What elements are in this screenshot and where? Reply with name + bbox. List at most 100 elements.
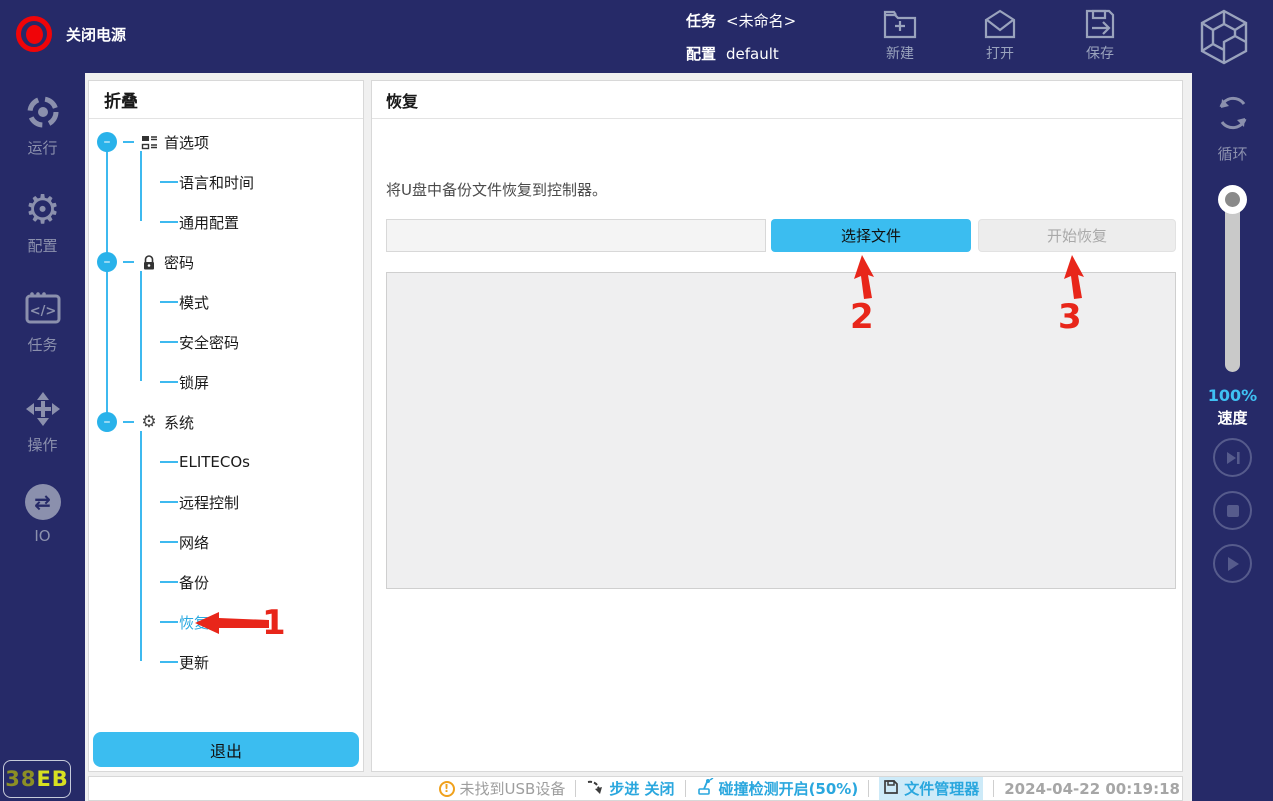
save-task-button[interactable]: 保存	[1070, 8, 1130, 63]
tree-item-remote-control[interactable]: 远程控制	[160, 482, 239, 522]
tree-label-remote-control: 远程控制	[179, 492, 239, 513]
select-file-button[interactable]: 选择文件	[771, 219, 971, 252]
tree-item-system[interactable]: – ⚙ 系统	[97, 402, 194, 442]
tree-label-update: 更新	[179, 652, 209, 673]
power-label: 关闭电源	[66, 24, 126, 45]
tree-item-preferences[interactable]: – 首选项	[97, 122, 209, 162]
loop-label: 循环	[1217, 143, 1247, 164]
open-task-label: 打开	[986, 43, 1014, 63]
step-mode-label: 步进 关闭	[609, 778, 674, 799]
page-title: 恢复	[386, 88, 418, 112]
file-manager-button[interactable]: 文件管理器	[879, 777, 983, 800]
speed-readout: 100% 速度	[1192, 386, 1273, 428]
speed-label: 速度	[1192, 407, 1273, 428]
brand-logo-icon	[1193, 6, 1255, 72]
tree-item-general-config[interactable]: 通用配置	[160, 202, 239, 242]
step-arrow-icon	[586, 778, 604, 800]
tree-label-system: 系统	[164, 412, 194, 433]
sidebar-item-run[interactable]: 运行	[0, 93, 85, 158]
collision-status[interactable]: 碰撞检测开启(50%)	[696, 778, 859, 800]
annotation-number-3: 3	[1058, 297, 1082, 337]
collapse-header[interactable]: 折叠	[89, 81, 363, 119]
left-sidebar: 运行 ⚙ 配置 </> 任务 操作 ⇄ IO 38EB	[0, 73, 85, 801]
tree-item-network[interactable]: 网络	[160, 522, 209, 562]
annotation-arrow-1	[193, 610, 271, 642]
svg-text:</>: </>	[29, 304, 56, 319]
loop-mode-button[interactable]: 循环	[1192, 93, 1273, 164]
sidebar-item-io[interactable]: ⇄ IO	[0, 483, 85, 545]
tree-item-backup[interactable]: 备份	[160, 562, 209, 602]
warning-icon: !	[439, 781, 455, 797]
device-badge: 38EB	[3, 760, 71, 798]
annotation-number-1: 1	[262, 603, 286, 643]
tree-label-language-time: 语言和时间	[179, 172, 254, 193]
open-envelope-icon	[982, 8, 1018, 40]
tree-label-backup: 备份	[179, 572, 209, 593]
file-manager-label: 文件管理器	[904, 778, 979, 799]
tree-item-password[interactable]: – 密码	[97, 242, 194, 282]
play-button[interactable]	[1213, 544, 1252, 583]
annotation-number-2: 2	[850, 297, 874, 337]
collapse-node-icon[interactable]: –	[97, 132, 117, 152]
save-task-label: 保存	[1086, 43, 1114, 63]
start-restore-label: 开始恢复	[1047, 225, 1107, 246]
tree-item-lock-screen[interactable]: 锁屏	[160, 362, 209, 402]
page-title-bar: 恢复	[372, 81, 1182, 119]
badge-part1: 38	[5, 767, 36, 791]
file-manager-icon	[883, 779, 899, 799]
lock-icon	[140, 253, 158, 271]
tree-item-safety-password[interactable]: 安全密码	[160, 322, 239, 362]
loop-icon	[1213, 93, 1253, 137]
usb-status: ! 未找到USB设备	[439, 778, 566, 799]
restore-panel: 恢复 将U盘中备份文件恢复到控制器。 选择文件 开始恢复	[371, 80, 1183, 772]
sidebar-operate-label: 操作	[27, 434, 57, 455]
power-record-icon	[16, 16, 52, 52]
badge-part2: EB	[36, 767, 68, 791]
collapse-node-icon[interactable]: –	[97, 412, 117, 432]
stop-button[interactable]	[1213, 491, 1252, 530]
step-mode-status[interactable]: 步进 关闭	[586, 778, 674, 800]
exit-button[interactable]: 退出	[93, 732, 359, 767]
tree-label-elitecos: ELITECOs	[179, 453, 250, 471]
open-task-button[interactable]: 打开	[970, 8, 1030, 63]
tree-label-general-config: 通用配置	[179, 212, 239, 233]
tree-item-elitecos[interactable]: ELITECOs	[160, 442, 250, 482]
tree-item-language-time[interactable]: 语言和时间	[160, 162, 254, 202]
new-folder-icon	[882, 8, 918, 40]
sidebar-item-config[interactable]: ⚙ 配置	[0, 191, 85, 256]
start-restore-button[interactable]: 开始恢复	[978, 219, 1176, 252]
speed-percent: 100%	[1192, 386, 1273, 405]
task-value: <未命名>	[726, 10, 796, 31]
sidebar-item-task[interactable]: </> 任务	[0, 290, 85, 355]
right-sidebar: 循环 100% 速度	[1192, 73, 1273, 801]
speed-slider-knob[interactable]	[1218, 185, 1247, 214]
run-icon	[24, 93, 62, 131]
task-label: 任务	[686, 10, 716, 31]
tree-label-preferences: 首选项	[164, 132, 209, 153]
new-task-button[interactable]: 新建	[870, 8, 930, 63]
new-task-label: 新建	[886, 43, 914, 63]
config-value: default	[726, 45, 779, 63]
io-swap-icon: ⇄	[25, 483, 61, 521]
status-bar: ! 未找到USB设备 步进 关闭 碰撞检测开启(50%) 文件管理器 2024-…	[88, 776, 1183, 801]
tree-item-update[interactable]: 更新	[160, 642, 209, 682]
collapse-label: 折叠	[104, 87, 138, 112]
tree-item-mode[interactable]: 模式	[160, 282, 209, 322]
sidebar-item-operate[interactable]: 操作	[0, 390, 85, 455]
app-window: 关闭电源 任务 <未命名> 配置 default 新建	[0, 0, 1273, 801]
speed-slider-track[interactable]	[1225, 200, 1240, 372]
restore-file-path-input[interactable]	[386, 219, 766, 252]
step-next-button[interactable]	[1213, 438, 1252, 477]
move-arrows-icon	[24, 390, 62, 428]
code-window-icon: </>	[24, 290, 62, 328]
datetime-label: 2024-04-22 00:19:18	[1004, 780, 1180, 798]
save-disk-icon	[1082, 8, 1118, 40]
usb-status-label: 未找到USB设备	[460, 778, 566, 799]
select-file-label: 选择文件	[841, 225, 901, 246]
sidebar-task-label: 任务	[27, 334, 57, 355]
top-actions: 新建 打开 保存	[870, 8, 1130, 63]
tree-label-mode: 模式	[179, 292, 209, 313]
preferences-icon	[140, 133, 158, 151]
power-button[interactable]: 关闭电源	[16, 16, 126, 52]
collapse-node-icon[interactable]: –	[97, 252, 117, 272]
